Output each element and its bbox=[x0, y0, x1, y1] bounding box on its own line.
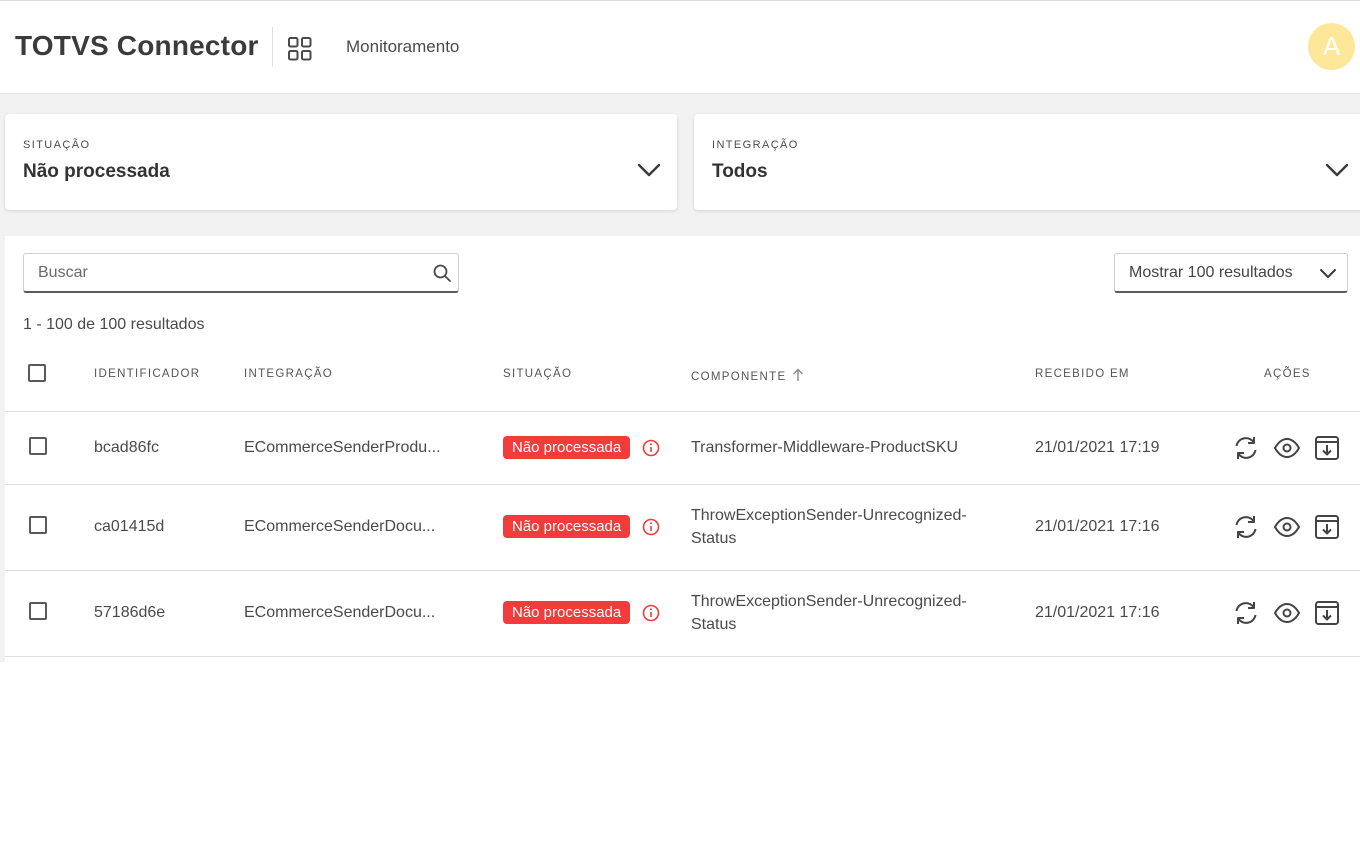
table-row: bcad86fc ECommerceSenderProdu... Não pro… bbox=[5, 412, 1360, 485]
cell-componente: ThrowExceptionSender-Unrecognized-Status bbox=[691, 593, 967, 633]
page-size-label: Mostrar 100 resultados bbox=[1129, 264, 1293, 281]
chevron-down-icon bbox=[1320, 269, 1336, 278]
header-divider bbox=[272, 27, 273, 67]
filter-integracao-label: INTEGRAÇÃO bbox=[712, 139, 799, 151]
filter-situacao-value: Não processada bbox=[23, 161, 170, 182]
view-icon[interactable] bbox=[1273, 434, 1301, 462]
filter-integracao[interactable]: INTEGRAÇÃO Todos bbox=[694, 114, 1360, 210]
cell-integracao: ECommerceSenderDocu... bbox=[244, 604, 436, 621]
column-header-acoes: AÇÕES bbox=[1264, 368, 1311, 380]
search-input[interactable] bbox=[24, 254, 424, 291]
cell-identificador[interactable]: bcad86fc bbox=[94, 439, 159, 457]
cell-identificador[interactable]: ca01415d bbox=[94, 518, 164, 536]
cell-identificador[interactable]: 57186d6e bbox=[94, 604, 165, 622]
cell-recebido-em: 21/01/2021 17:16 bbox=[1035, 604, 1160, 621]
column-header-situacao[interactable]: SITUAÇÃO bbox=[503, 368, 572, 380]
cell-componente: ThrowExceptionSender-Unrecognized-Status bbox=[691, 507, 967, 547]
archive-download-icon[interactable] bbox=[1313, 513, 1341, 541]
archive-download-icon[interactable] bbox=[1313, 599, 1341, 627]
reprocess-icon[interactable] bbox=[1232, 434, 1260, 462]
filter-situacao[interactable]: SITUAÇÃO Não processada bbox=[5, 114, 677, 210]
column-header-componente-label: COMPONENTE bbox=[691, 371, 787, 383]
cell-componente: Transformer-Middleware-ProductSKU bbox=[691, 439, 959, 456]
info-icon[interactable] bbox=[641, 603, 661, 623]
page-size-select[interactable]: Mostrar 100 resultados bbox=[1114, 253, 1348, 293]
archive-download-icon[interactable] bbox=[1313, 434, 1341, 462]
reprocess-icon[interactable] bbox=[1232, 599, 1260, 627]
search-icon[interactable] bbox=[432, 263, 452, 283]
table-row: 57186d6e ECommerceSenderDocu... Não proc… bbox=[5, 571, 1360, 657]
view-icon[interactable] bbox=[1273, 599, 1301, 627]
cell-integracao: ECommerceSenderProdu... bbox=[244, 439, 441, 456]
search-box[interactable] bbox=[23, 253, 459, 293]
avatar[interactable]: A bbox=[1308, 23, 1355, 70]
table-row: ca01415d ECommerceSenderDocu... Não proc… bbox=[5, 485, 1360, 571]
app-header: TOTVS Connector Monitoramento A bbox=[0, 0, 1360, 94]
column-header-identificador[interactable]: IDENTIFICADOR bbox=[94, 368, 200, 380]
filter-situacao-label: SITUAÇÃO bbox=[23, 139, 91, 151]
chevron-down-icon[interactable] bbox=[637, 161, 661, 179]
table-header: IDENTIFICADOR INTEGRAÇÃO SITUAÇÃO COMPON… bbox=[5, 354, 1360, 412]
filter-integracao-value: Todos bbox=[712, 161, 768, 182]
status-badge: Não processada bbox=[503, 515, 631, 538]
row-checkbox[interactable] bbox=[29, 602, 47, 620]
status-badge: Não processada bbox=[503, 601, 631, 624]
results-table: IDENTIFICADOR INTEGRAÇÃO SITUAÇÃO COMPON… bbox=[5, 354, 1360, 657]
column-header-componente[interactable]: COMPONENTE bbox=[691, 368, 804, 383]
cell-recebido-em: 21/01/2021 17:19 bbox=[1035, 439, 1160, 456]
result-count: 1 - 100 de 100 resultados bbox=[23, 316, 205, 333]
info-icon[interactable] bbox=[641, 517, 661, 537]
column-header-recebido-em[interactable]: RECEBIDO EM bbox=[1035, 368, 1130, 380]
select-all-checkbox[interactable] bbox=[28, 364, 46, 382]
status-badge: Não processada bbox=[503, 436, 631, 459]
cell-recebido-em: 21/01/2021 17:16 bbox=[1035, 518, 1160, 535]
cell-integracao: ECommerceSenderDocu... bbox=[244, 518, 436, 535]
view-icon[interactable] bbox=[1273, 513, 1301, 541]
apps-grid-icon[interactable] bbox=[287, 36, 313, 62]
row-checkbox[interactable] bbox=[29, 516, 47, 534]
sort-arrow-up-icon[interactable] bbox=[792, 368, 804, 382]
column-header-integracao[interactable]: INTEGRAÇÃO bbox=[244, 368, 333, 380]
page-name[interactable]: Monitoramento bbox=[346, 37, 459, 57]
results-panel: Mostrar 100 resultados 1 - 100 de 100 re… bbox=[5, 236, 1360, 662]
reprocess-icon[interactable] bbox=[1232, 513, 1260, 541]
app-title: TOTVS Connector bbox=[15, 30, 259, 61]
chevron-down-icon[interactable] bbox=[1325, 161, 1349, 179]
info-icon[interactable] bbox=[641, 438, 661, 458]
row-checkbox[interactable] bbox=[29, 437, 47, 455]
